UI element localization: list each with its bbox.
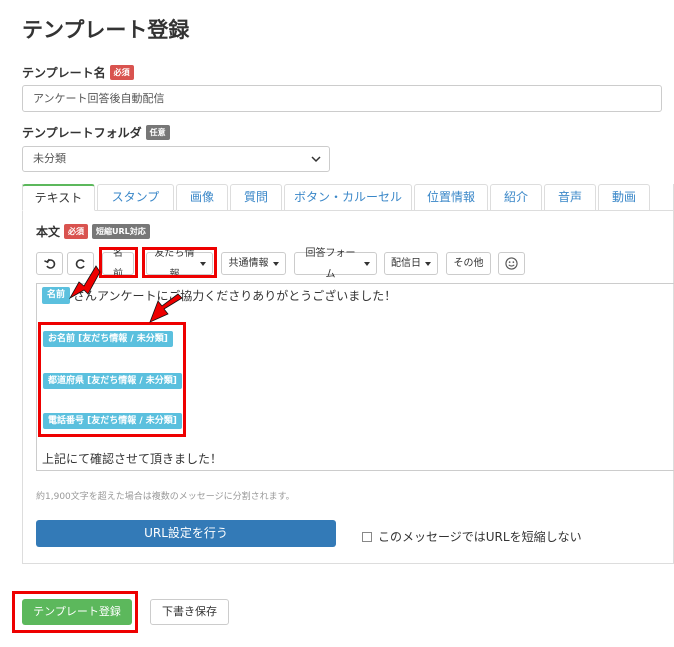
annotation-arrows (68, 265, 183, 323)
arrow-icon (68, 265, 101, 300)
arrow-icon (149, 293, 183, 323)
